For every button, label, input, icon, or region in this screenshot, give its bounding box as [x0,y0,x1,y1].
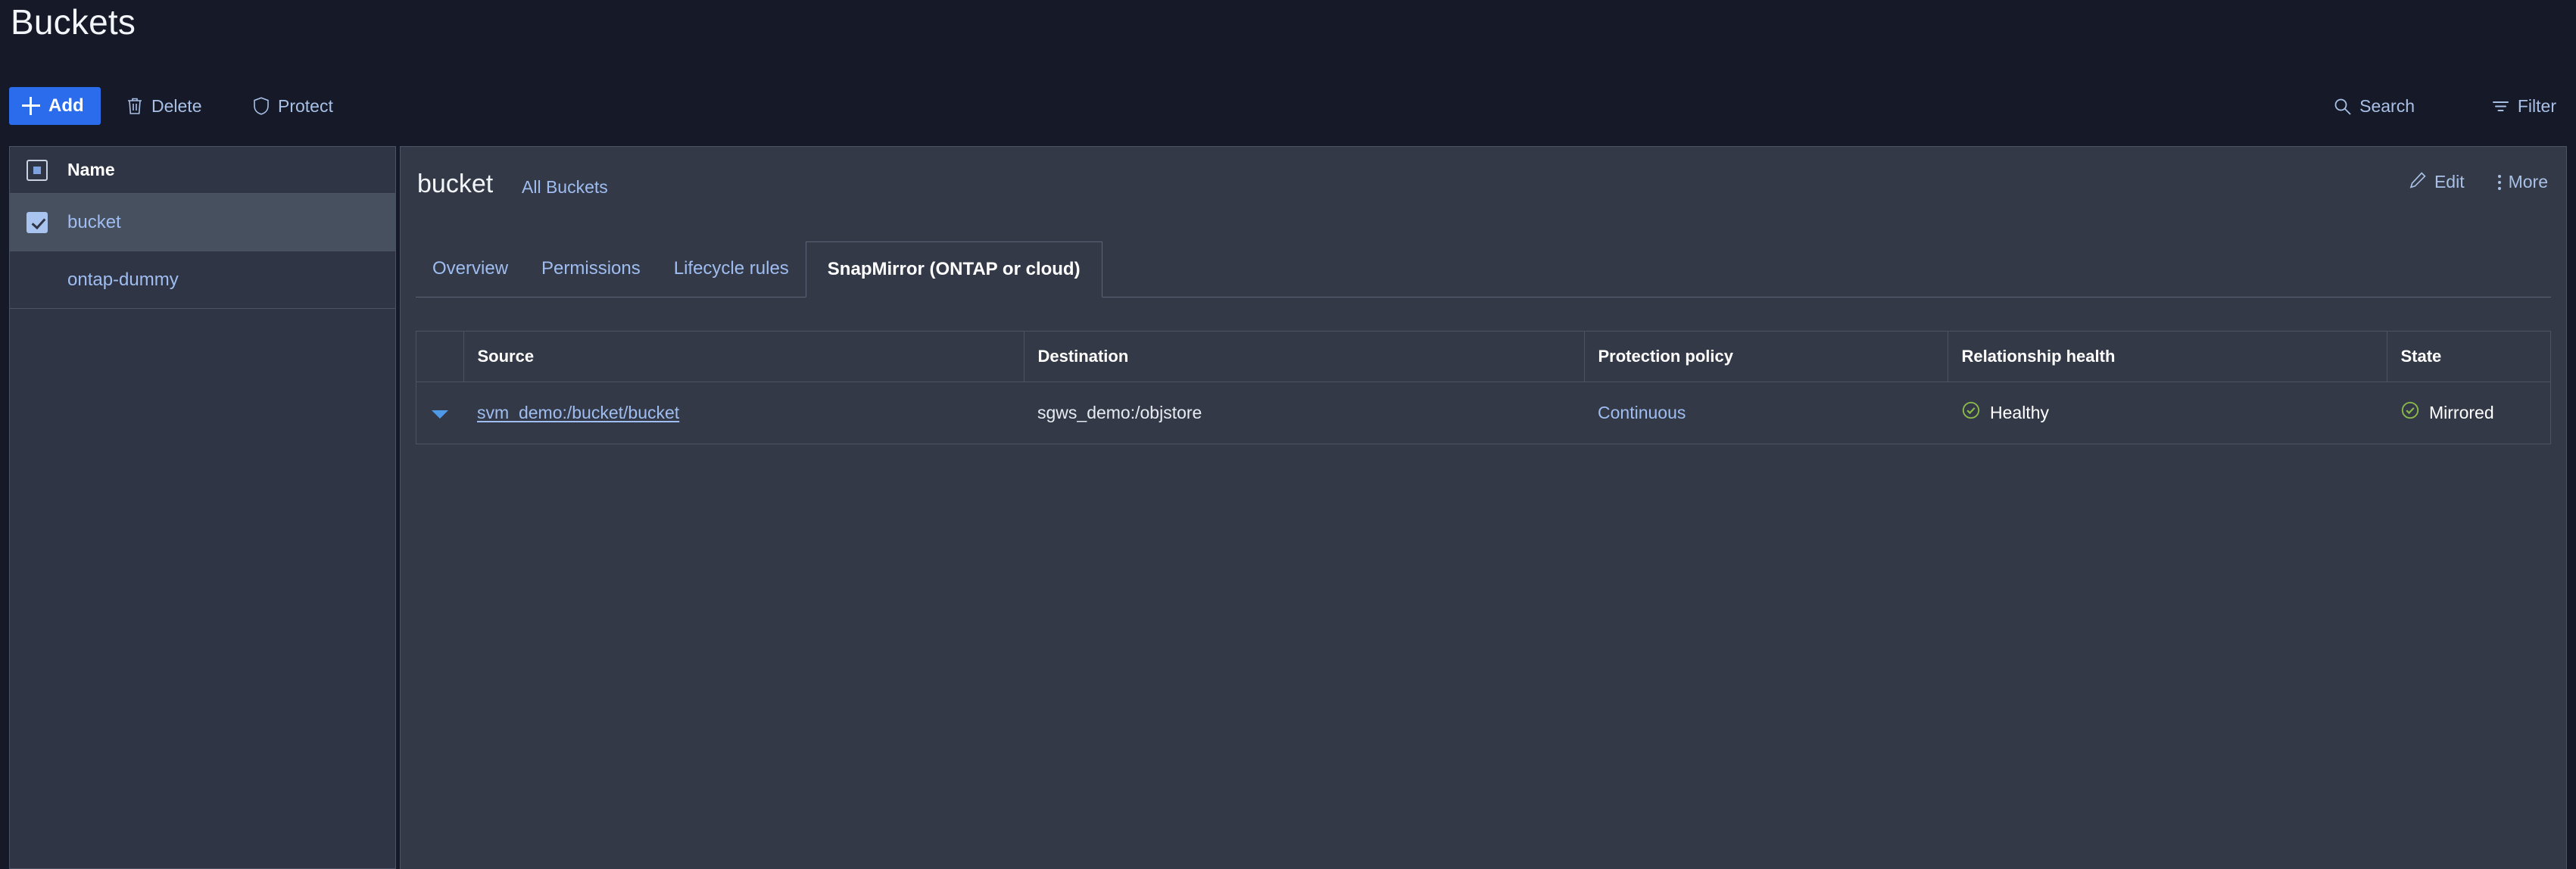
shield-icon [252,96,270,116]
delete-button-label: Delete [151,95,202,116]
more-button[interactable]: More [2497,172,2548,192]
expand-column-header [416,332,464,382]
tab-snapmirror[interactable]: SnapMirror (ONTAP or cloud) [805,241,1102,297]
bucket-detail-panel: bucket All Buckets Edit More Overview Pe… [400,146,2567,869]
column-header-protection-policy: Protection policy [1584,332,1948,382]
row-checkbox-cell [10,211,64,233]
state-status: Mirrored [2400,400,2550,425]
cell-destination: sgws_demo:/objstore [1024,382,1584,444]
cell-relationship-health: Healthy [1948,382,2387,444]
state-label: Mirrored [2429,402,2494,422]
source-link[interactable]: svm_demo:/bucket/bucket [477,403,679,422]
search-button[interactable]: Search [2327,87,2421,125]
bucket-title: bucket [417,170,494,198]
add-button[interactable]: Add [9,87,101,125]
buckets-list-header: Name [10,147,395,194]
trash-icon [126,96,144,116]
sidebar-item-label: bucket [67,211,121,232]
cell-state: Mirrored [2387,382,2550,444]
chevron-down-icon[interactable] [432,410,448,419]
sidebar-item-ontap-dummy[interactable]: ontap-dummy [10,251,395,309]
search-button-label: Search [2359,95,2415,116]
plus-icon [21,96,41,116]
all-buckets-link[interactable]: All Buckets [522,177,608,198]
select-all-checkbox-cell [10,159,64,181]
edit-button[interactable]: Edit [2409,171,2465,193]
protect-button-label: Protect [278,95,333,116]
bucket-actions: Edit More [2409,171,2548,193]
snapmirror-table: Source Destination Protection policy Rel… [416,332,2550,444]
column-header-relationship-health: Relationship health [1948,332,2387,382]
expand-row-cell [416,382,463,444]
tab-lifecycle-rules[interactable]: Lifecycle rules [657,241,806,297]
pencil-icon [2409,171,2427,193]
tab-overview[interactable]: Overview [416,241,525,297]
cell-source: svm_demo:/bucket/bucket [463,382,1024,444]
page-title: Buckets [11,2,136,42]
table-row[interactable]: svm_demo:/bucket/bucket sgws_demo:/objst… [416,382,2550,444]
edit-button-label: Edit [2434,172,2465,192]
filter-button-label: Filter [2517,95,2556,116]
bucket-tabs: Overview Permissions Lifecycle rules Sna… [416,239,2551,297]
vertical-ellipsis-icon [2497,174,2501,190]
protect-button[interactable]: Protect [246,87,339,125]
search-icon [2333,97,2352,116]
select-all-checkbox[interactable] [27,159,48,181]
relationship-health-status: Healthy [1961,400,2387,425]
sidebar-item-bucket[interactable]: bucket [10,194,395,251]
primary-toolbar: Add Delete Protect Search Filter [0,83,2576,129]
column-header-destination: Destination [1024,332,1585,382]
row-checkbox[interactable] [27,211,48,233]
snapmirror-table-container: Source Destination Protection policy Rel… [416,331,2551,444]
table-header-row: Source Destination Protection policy Rel… [416,332,2550,382]
cell-protection-policy: Continuous [1584,382,1948,444]
filter-button[interactable]: Filter [2485,87,2562,125]
column-header-state: State [2387,332,2550,382]
check-circle-icon [2400,400,2420,425]
protection-policy-link[interactable]: Continuous [1598,403,1686,422]
sidebar-item-label: ontap-dummy [67,269,179,290]
column-header-name: Name [67,160,115,179]
bucket-detail-header: bucket All Buckets Edit More [401,147,2566,239]
more-button-label: More [2508,172,2548,192]
relationship-health-label: Healthy [1990,402,2049,422]
filter-icon [2491,97,2510,116]
check-circle-icon [1961,400,1981,425]
column-header-source: Source [463,332,1024,382]
delete-button[interactable]: Delete [120,87,207,125]
buckets-list-panel: Name bucket ontap-dummy [9,146,396,869]
add-button-label: Add [48,95,84,116]
tab-permissions[interactable]: Permissions [525,241,657,297]
